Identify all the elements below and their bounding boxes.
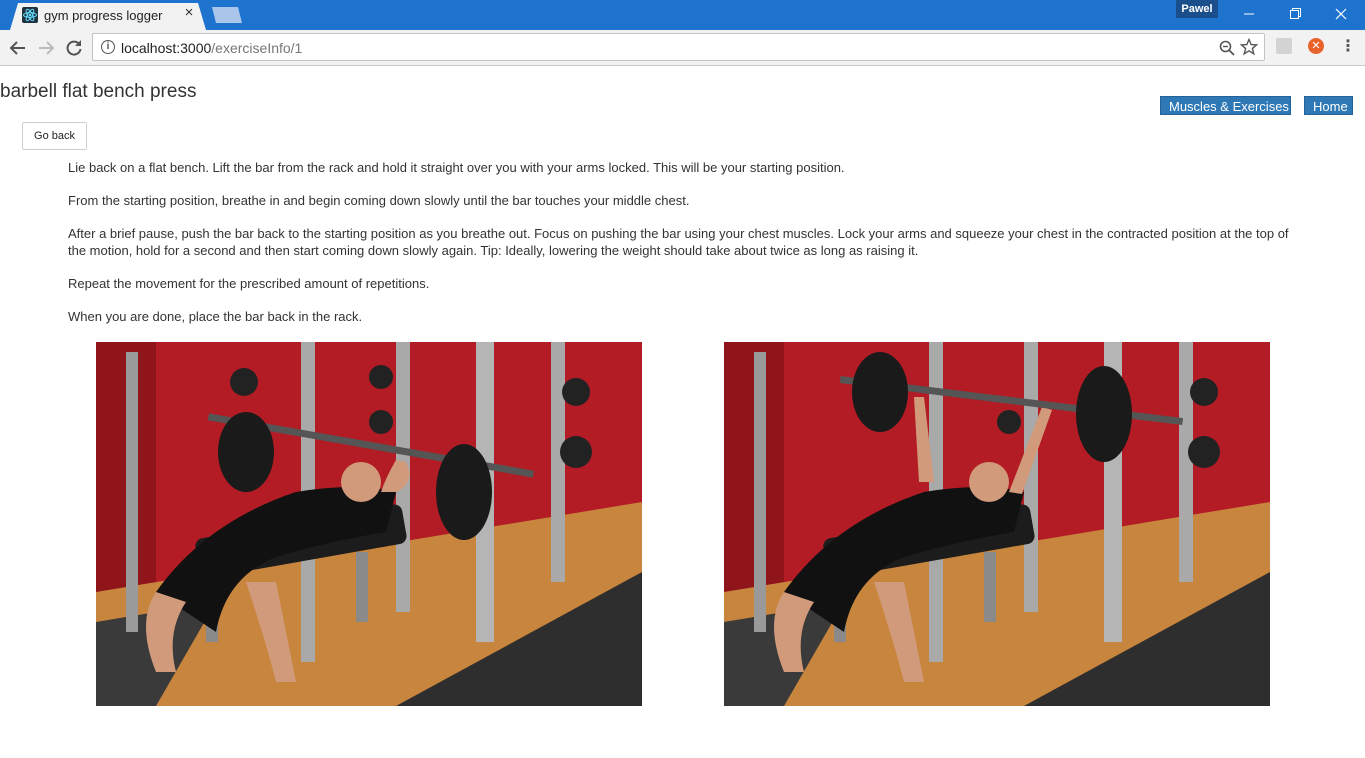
window-close-icon[interactable] bbox=[1318, 0, 1364, 28]
browser-toolbar: i localhost:3000/exerciseInfo/1 ✕ ⋮ bbox=[0, 30, 1365, 66]
extension-icon[interactable] bbox=[1276, 38, 1292, 54]
muscles-exercises-link[interactable]: Muscles & Exercises bbox=[1160, 96, 1291, 115]
profile-badge[interactable]: Pawel bbox=[1176, 0, 1218, 18]
new-tab-button[interactable] bbox=[212, 7, 242, 23]
exercise-photo-top bbox=[724, 342, 1270, 706]
window-minimize-icon[interactable] bbox=[1226, 0, 1272, 28]
instruction-step: Repeat the movement for the prescribed a… bbox=[68, 276, 430, 291]
address-bar[interactable]: i localhost:3000/exerciseInfo/1 bbox=[92, 33, 1265, 61]
exercise-instructions: Lie back on a flat bench. Lift the bar f… bbox=[68, 159, 1308, 341]
zoom-icon[interactable] bbox=[1218, 39, 1236, 57]
home-link[interactable]: Home bbox=[1304, 96, 1353, 115]
star-icon[interactable] bbox=[1239, 37, 1259, 56]
tab-title: gym progress logger bbox=[44, 8, 163, 23]
browser-titlebar: gym progress logger × Pawel bbox=[0, 0, 1365, 30]
info-icon[interactable]: i bbox=[101, 40, 115, 54]
reload-icon[interactable] bbox=[62, 36, 86, 60]
page-content: barbell flat bench press Muscles & Exerc… bbox=[0, 67, 1365, 758]
react-atom-icon bbox=[22, 7, 38, 23]
instruction-step: From the starting position, breathe in a… bbox=[68, 193, 690, 208]
kebab-menu-icon[interactable]: ⋮ bbox=[1340, 38, 1356, 56]
instruction-step: Lie back on a flat bench. Lift the bar f… bbox=[68, 160, 845, 175]
url-text[interactable]: localhost:3000/exerciseInfo/1 bbox=[121, 40, 302, 56]
tab-close-icon[interactable]: × bbox=[182, 5, 196, 20]
arrow-left-icon[interactable] bbox=[6, 36, 30, 60]
url-path: /exerciseInfo/1 bbox=[211, 40, 303, 56]
instruction-step: After a brief pause, push the bar back t… bbox=[68, 226, 1289, 258]
instruction-step: When you are done, place the bar back in… bbox=[68, 309, 363, 324]
extension-x-icon[interactable]: ✕ bbox=[1308, 38, 1324, 54]
url-host: localhost:3000 bbox=[121, 40, 212, 56]
page-title: barbell flat bench press bbox=[0, 81, 197, 102]
arrow-right-icon[interactable] bbox=[34, 36, 58, 60]
exercise-photo-start bbox=[96, 342, 642, 706]
window-restore-icon[interactable] bbox=[1272, 0, 1318, 28]
go-back-button[interactable]: Go back bbox=[22, 122, 87, 150]
